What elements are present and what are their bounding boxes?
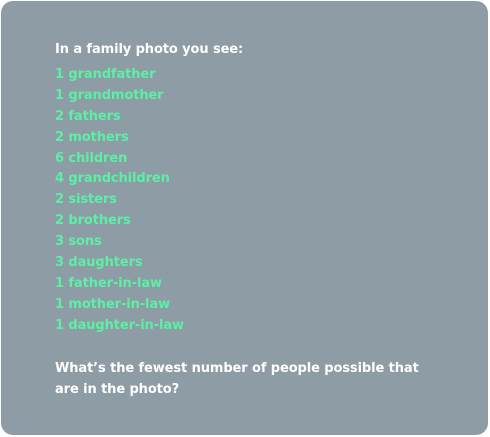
family-member-list: 1 grandfather 1 grandmother 2 fathers 2 … xyxy=(55,65,468,337)
list-item: 1 mother-in-law xyxy=(55,296,170,312)
list-item: 1 father-in-law xyxy=(55,275,162,291)
list-item: 4 grandchildren xyxy=(55,171,170,187)
list-item: 1 grandfather xyxy=(55,67,156,82)
list-item: 1 daughter-in-law xyxy=(55,317,184,333)
list-item: 1 grandmother xyxy=(55,87,164,103)
list-item: 2 sisters xyxy=(55,192,117,208)
puzzle-card: In a family photo you see: 1 grandfather… xyxy=(1,1,488,435)
puzzle-question: What’s the fewest number of people possi… xyxy=(55,360,419,397)
list-item: 3 daughters xyxy=(55,255,143,271)
list-item: 6 children xyxy=(55,150,128,166)
list-item: 2 mothers xyxy=(55,129,129,145)
list-item: 3 sons xyxy=(55,234,102,250)
puzzle-intro: In a family photo you see: xyxy=(55,42,244,57)
list-item: 2 fathers xyxy=(55,108,121,124)
list-item: 2 brothers xyxy=(55,213,131,229)
